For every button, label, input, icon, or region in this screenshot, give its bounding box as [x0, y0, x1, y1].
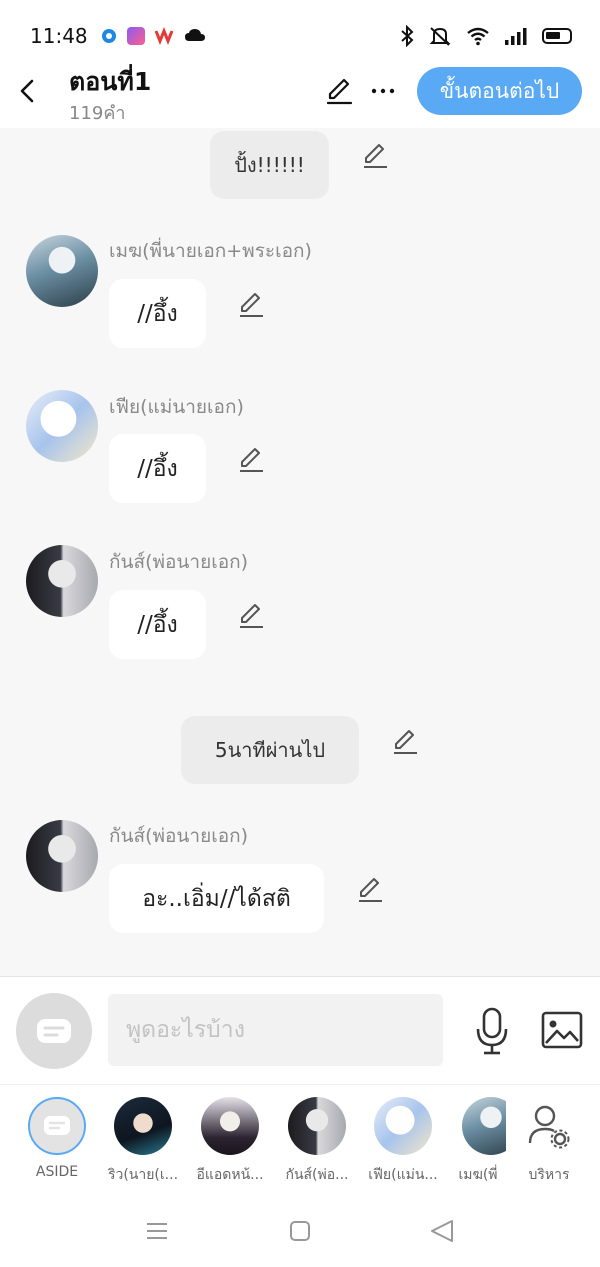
message-bubble[interactable]: //อึ้ง — [109, 590, 206, 659]
chat-bubble-icon — [37, 1019, 71, 1043]
avatar — [462, 1097, 506, 1155]
edit-icon[interactable] — [324, 76, 354, 106]
next-step-button[interactable]: ขั้นตอนต่อไป — [417, 67, 582, 115]
character-item[interactable]: ASIDE — [17, 1097, 97, 1180]
avatar[interactable] — [26, 820, 98, 892]
character-item[interactable]: อีแอดหน้... — [190, 1097, 270, 1186]
wifi-icon — [467, 27, 489, 46]
manage-user-icon — [520, 1097, 578, 1155]
avatar — [374, 1097, 432, 1155]
aside-avatar — [28, 1097, 86, 1155]
message-bubble[interactable]: อะ..เอิ่ม//ได้สติ — [109, 864, 324, 933]
edit-pencil-icon[interactable] — [237, 446, 265, 474]
message-input-bar — [0, 976, 600, 1084]
message-bubble[interactable]: //อึ้ง — [109, 279, 206, 348]
word-count-unit: คำ — [103, 103, 126, 124]
app-notification-icon — [154, 26, 174, 46]
speaker-name: กันส์(พ่อนายเอก) — [109, 551, 249, 573]
system-nav-bar — [0, 1196, 600, 1267]
character-label: เฟีย(แม่น... — [368, 1167, 438, 1183]
character-label: กันส์(พ่อ... — [285, 1167, 349, 1183]
back-triangle-icon[interactable] — [422, 1216, 462, 1246]
mute-icon — [429, 27, 451, 46]
speaker-name: เฟีย(แม่นายเอก) — [109, 396, 244, 418]
status-time: 11:48 — [30, 24, 88, 48]
message-bubble[interactable]: //อึ้ง — [109, 434, 206, 503]
edit-pencil-icon[interactable] — [237, 602, 265, 630]
speaker-name: เมฆ(พี่นายเอก+พระเอก) — [109, 240, 312, 262]
status-bar: 11:48 — [0, 0, 600, 62]
narration-bubble[interactable]: ปั้ง!!!!!! — [210, 131, 329, 199]
episode-title: ตอนที่1 — [69, 67, 152, 96]
character-label: ริว(นาย(เ... — [107, 1167, 179, 1183]
avatar — [114, 1097, 172, 1155]
character-item[interactable]: กันส์(พ่อ... — [277, 1097, 357, 1186]
chat-bubble-icon — [44, 1116, 70, 1135]
bluetooth-icon — [401, 25, 414, 47]
aside-toggle-button[interactable] — [16, 993, 92, 1069]
avatar — [201, 1097, 259, 1155]
character-selector: ASIDE ริว(นาย(เ... อีแอดหน้... กันส์(พ่อ… — [0, 1084, 600, 1196]
microphone-icon[interactable] — [473, 1007, 511, 1057]
app-notification-icon — [100, 27, 118, 45]
word-count-number: 119 — [69, 103, 104, 124]
edit-pencil-icon[interactable] — [237, 291, 265, 319]
more-options-icon[interactable] — [370, 76, 396, 106]
character-item[interactable]: ริว(นาย(เ... — [103, 1097, 183, 1186]
speaker-name: กันส์(พ่อนายเอก) — [109, 825, 249, 847]
character-label: อีแอดหน้... — [196, 1167, 264, 1183]
cloud-icon — [184, 27, 205, 45]
back-arrow-icon[interactable] — [14, 76, 44, 106]
home-icon[interactable] — [280, 1216, 320, 1246]
chat-area[interactable]: ปั้ง!!!!!! เมฆ(พี่นายเอก+พระเอก) //อึ้ง … — [0, 128, 600, 976]
edit-pencil-icon[interactable] — [391, 728, 419, 756]
word-count: 119คำ — [69, 98, 126, 127]
episode-header: ตอนที่1 119คำ ขั้นตอนต่อไป — [0, 62, 600, 128]
app-notification-icon — [127, 27, 145, 45]
avatar — [288, 1097, 346, 1155]
character-label: บริหาร — [528, 1167, 570, 1183]
manage-characters-button[interactable]: บริหาร — [509, 1097, 589, 1186]
character-label: ASIDE — [35, 1164, 79, 1180]
avatar[interactable] — [26, 545, 98, 617]
character-item[interactable]: เฟีย(แม่น... — [363, 1097, 443, 1186]
character-item[interactable]: เมฆ(พี่ — [450, 1097, 506, 1186]
message-input[interactable] — [108, 994, 443, 1066]
avatar[interactable] — [26, 235, 98, 307]
edit-pencil-icon[interactable] — [356, 876, 384, 904]
image-icon[interactable] — [540, 1010, 584, 1050]
narration-bubble[interactable]: 5นาทีผ่านไป — [181, 716, 359, 784]
character-label: เมฆ(พี่ — [458, 1167, 498, 1183]
battery-icon — [542, 28, 572, 44]
avatar[interactable] — [26, 390, 98, 462]
system-status-icons — [400, 24, 572, 48]
edit-pencil-icon[interactable] — [361, 142, 389, 170]
signal-icon — [505, 28, 527, 45]
menu-icon[interactable] — [137, 1216, 177, 1246]
